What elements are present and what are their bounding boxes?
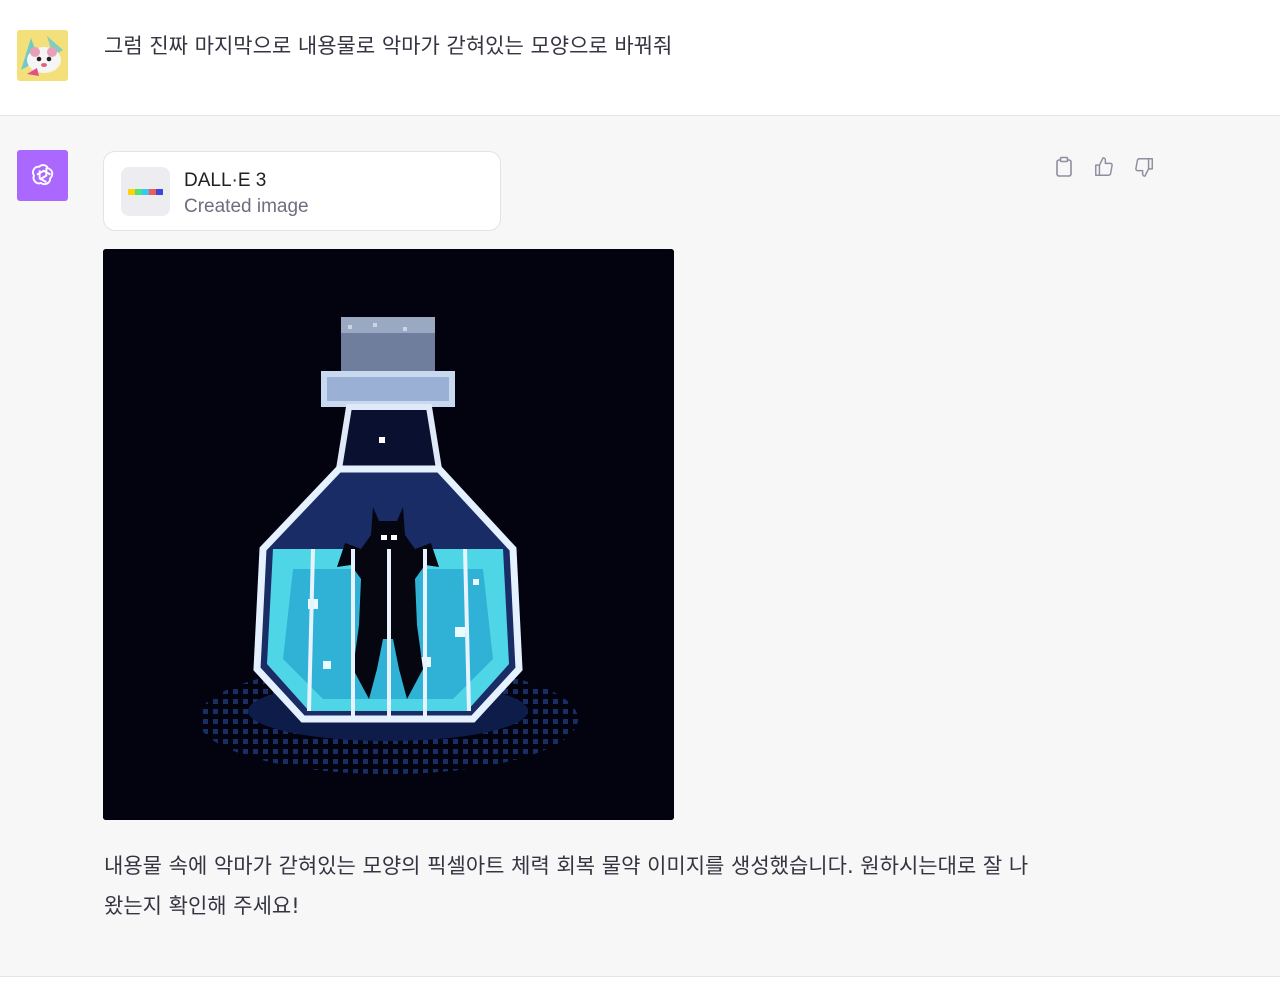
dalle-tool-card[interactable]: DALL·E 3 Created image: [103, 151, 501, 231]
assistant-response-text: 내용물 속에 악마가 갇혀있는 모양의 픽셀아트 체력 회복 물약 이미지를 생…: [104, 854, 1029, 918]
demon-potion-pixel-art: [103, 249, 674, 820]
assistant-message-row: DALL·E 3 Created image 내용물 속에 악마가 갇혀있는 모…: [0, 116, 1280, 977]
user-message-row: 그럼 진짜 마지막으로 내용물로 악마가 갇혀있는 모양으로 바꿔줘: [0, 0, 1280, 116]
openai-logo-icon: [17, 150, 68, 201]
thumbs-down-icon[interactable]: [1131, 154, 1157, 180]
tool-name: DALL·E 3: [184, 170, 267, 191]
generated-image[interactable]: [103, 249, 674, 820]
user-message-text: 그럼 진짜 마지막으로 내용물로 악마가 갇혀있는 모양으로 바꿔줘: [104, 34, 673, 58]
hamster-avatar-image: [17, 30, 68, 81]
dalle-icon: [121, 167, 170, 216]
user-avatar: [17, 30, 68, 81]
thumbs-up-icon[interactable]: [1091, 154, 1117, 180]
tool-status: Created image: [184, 196, 309, 217]
clipboard-icon[interactable]: [1051, 154, 1077, 180]
message-actions: [1051, 154, 1157, 180]
